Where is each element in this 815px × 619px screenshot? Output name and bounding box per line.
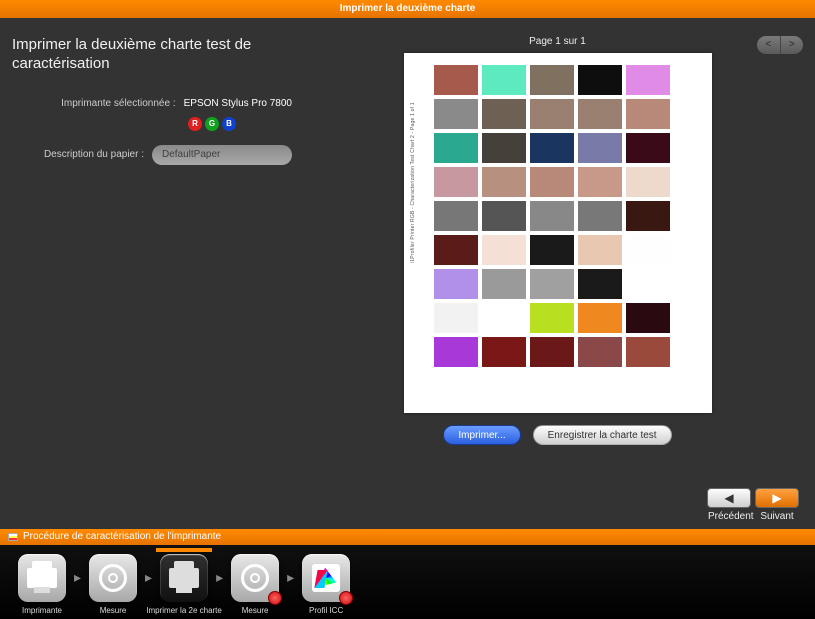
swatch [482, 337, 526, 367]
swatch [578, 303, 622, 333]
swatch [626, 65, 670, 95]
swatch [482, 167, 526, 197]
swatch [530, 337, 574, 367]
swatch [626, 337, 670, 367]
chevron-right-icon: ▶ [772, 491, 781, 505]
warning-icon [268, 591, 282, 605]
swatch [434, 133, 478, 163]
swatch [530, 167, 574, 197]
paper-row: Description du papier : [12, 145, 292, 165]
rgb-badges: R G B [132, 117, 292, 131]
swatch [434, 65, 478, 95]
swatch [482, 303, 526, 333]
step-icc-profile[interactable]: Profil ICC [298, 554, 354, 615]
printer-label: Imprimante sélectionnée : [61, 98, 176, 109]
next-label: Suivant [756, 511, 798, 522]
procedure-bar: Procédure de caractérisation de l'imprim… [0, 529, 815, 545]
swatch [434, 235, 478, 265]
next-button[interactable]: ▶ Suivant [755, 488, 799, 508]
badge-b: B [222, 117, 236, 131]
measure-icon [89, 554, 137, 602]
print-button[interactable]: Imprimer... [443, 425, 520, 445]
swatch [482, 133, 526, 163]
printer-icon [160, 554, 208, 602]
step-measure-2[interactable]: Mesure [227, 554, 283, 615]
chart-side-text: i1Profiler Printer RGB - Characterizatio… [410, 63, 416, 263]
swatch [434, 201, 478, 231]
chart-preview: i1Profiler Printer RGB - Characterizatio… [404, 53, 712, 413]
chevron-right-icon: ▸ [74, 569, 81, 586]
measure-icon [231, 554, 279, 602]
swatch [434, 303, 478, 333]
swatch [626, 235, 670, 265]
badge-r: R [188, 117, 202, 131]
chevron-right-icon: ▸ [287, 569, 294, 586]
title-bar: Imprimer la deuxième charte [0, 0, 815, 18]
swatch [578, 99, 622, 129]
swatch [434, 167, 478, 197]
page-counter: Page 1 sur 1 [529, 36, 586, 47]
swatch [578, 269, 622, 299]
paper-label: Description du papier : [44, 149, 144, 160]
swatch-grid [434, 65, 670, 367]
page-nav-pill[interactable]: < > [757, 36, 803, 54]
swatch [578, 65, 622, 95]
steps-strip: Imprimante ▸ Mesure ▸ Imprimer la 2e cha… [0, 545, 815, 619]
swatch [530, 303, 574, 333]
right-panel: < > Page 1 sur 1 i1Profiler Printer RGB … [312, 36, 803, 483]
swatch [578, 337, 622, 367]
swatch [530, 99, 574, 129]
prev-button[interactable]: ◀ Précédent [707, 488, 751, 508]
printer-icon [18, 554, 66, 602]
prev-label: Précédent [708, 511, 750, 522]
chevron-right-icon: ▸ [216, 569, 223, 586]
swatch [530, 201, 574, 231]
swatch [530, 133, 574, 163]
swatch [626, 269, 670, 299]
swatch [578, 235, 622, 265]
page-title: Imprimer la deuxième charte test de cara… [12, 36, 292, 74]
swatch [482, 235, 526, 265]
print-buttons: Imprimer... Enregistrer la charte test [443, 425, 671, 445]
swatch [530, 65, 574, 95]
swatch [626, 167, 670, 197]
badge-g: G [205, 117, 219, 131]
step-print-chart-2[interactable]: Imprimer la 2e charte [156, 554, 212, 615]
swatch [530, 269, 574, 299]
swatch [482, 65, 526, 95]
left-panel: Imprimer la deuxième charte test de cara… [12, 36, 312, 483]
swatch [482, 201, 526, 231]
swatch [578, 201, 622, 231]
swatch [626, 303, 670, 333]
warning-icon [339, 591, 353, 605]
chevron-left-icon: ◀ [724, 491, 733, 505]
step-measure-1[interactable]: Mesure [85, 554, 141, 615]
profile-icon [302, 554, 350, 602]
swatch [482, 269, 526, 299]
swatch [626, 99, 670, 129]
flag-icon [8, 533, 18, 541]
wizard-nav: ◀ Précédent ▶ Suivant [707, 488, 799, 508]
main-content: Imprimer la deuxième charte test de cara… [0, 18, 815, 483]
swatch [578, 167, 622, 197]
printer-row: Imprimante sélectionnée : EPSON Stylus P… [12, 98, 292, 109]
step-printer[interactable]: Imprimante [14, 554, 70, 615]
window-title: Imprimer la deuxième charte [340, 3, 476, 14]
swatch [626, 201, 670, 231]
swatch [434, 99, 478, 129]
swatch [626, 133, 670, 163]
page-next-mini[interactable]: > [781, 36, 804, 54]
paper-input[interactable] [152, 145, 292, 165]
save-chart-button[interactable]: Enregistrer la charte test [533, 425, 672, 445]
swatch [530, 235, 574, 265]
procedure-label: Procédure de caractérisation de l'imprim… [23, 529, 221, 545]
chevron-right-icon: ▸ [145, 569, 152, 586]
swatch [482, 99, 526, 129]
swatch [578, 133, 622, 163]
swatch [434, 269, 478, 299]
swatch [434, 337, 478, 367]
page-prev-mini[interactable]: < [757, 36, 780, 54]
printer-value: EPSON Stylus Pro 7800 [184, 98, 292, 109]
